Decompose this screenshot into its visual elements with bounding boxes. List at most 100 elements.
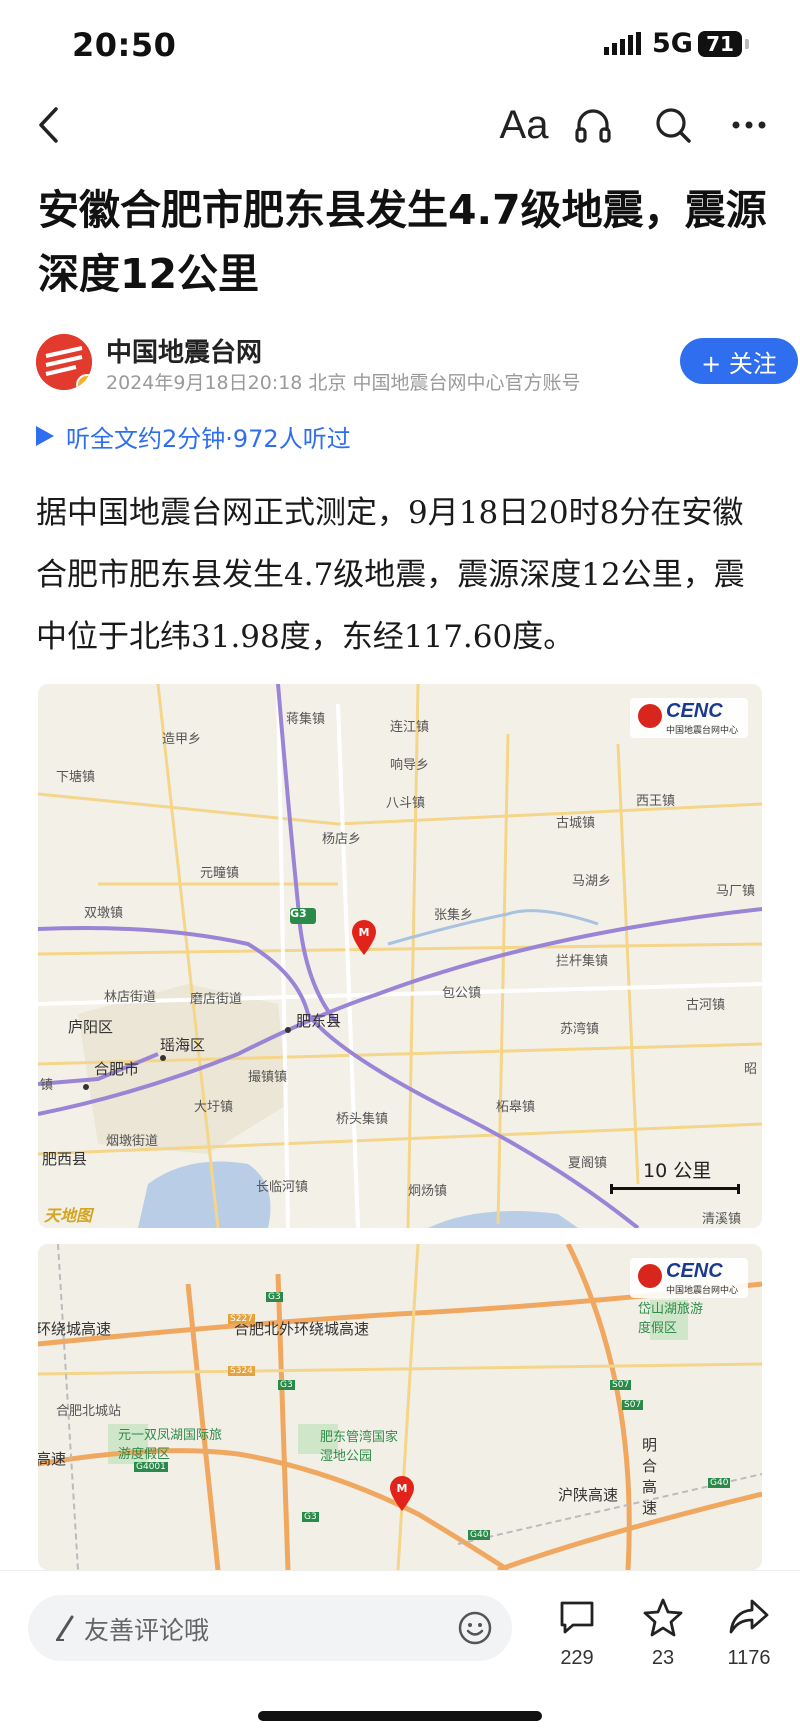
- listen-label: 听全文约2分钟·972人听过: [66, 424, 351, 453]
- map-place: 西王镇: [636, 794, 676, 809]
- map-place: 下塘镇: [56, 770, 96, 785]
- star-icon: [643, 1598, 683, 1637]
- follow-button[interactable]: + 关注: [680, 338, 798, 384]
- cenc-logo-subtitle: 中国地震台网中心: [666, 726, 739, 736]
- road-shield: S07: [610, 1380, 632, 1390]
- road-shield: G4001: [134, 1462, 168, 1472]
- battery-tip: [745, 39, 749, 49]
- battery-icon: 71: [698, 31, 742, 57]
- road-shield: G3: [266, 1292, 283, 1302]
- epicenter-marker-icon[interactable]: M: [388, 1474, 416, 1512]
- favorites-count: 23: [651, 1647, 675, 1669]
- map-watermark: 天地图: [44, 1206, 93, 1225]
- author-meta: 2024年9月18日20:18 北京 中国地震台网中心官方账号: [106, 372, 581, 394]
- map2-place: 高速: [38, 1450, 67, 1468]
- map2-place: 肥东管湾国家湿地公园: [320, 1430, 399, 1464]
- map-place: 林店街道: [104, 990, 157, 1005]
- map-place: 长临河镇: [256, 1180, 309, 1195]
- map2-place: 沪陕高速: [558, 1486, 619, 1504]
- back-button[interactable]: [28, 98, 68, 152]
- map-place: 镇: [40, 1078, 54, 1093]
- headphones-icon: [575, 109, 611, 143]
- cenc-logo: CENC 中国地震台网中心: [630, 1258, 748, 1298]
- map2-place: 岱山湖旅游度假区: [638, 1302, 704, 1336]
- map2-place: 环绕城高速: [38, 1320, 112, 1338]
- network-type: 5G: [652, 28, 693, 59]
- svg-text:M: M: [359, 926, 370, 939]
- comments-count: 229: [560, 1647, 594, 1669]
- bottom-action-bar: 友善评论哦 229 23 1176: [0, 1570, 800, 1731]
- more-button[interactable]: [724, 98, 774, 152]
- map-place: 肥西县: [42, 1150, 88, 1168]
- map-place: 昭: [744, 1062, 758, 1077]
- map-scale-bar: [610, 1184, 740, 1194]
- share-arrow-icon: [729, 1599, 769, 1634]
- map-place: 庐阳区: [68, 1018, 114, 1036]
- cenc-logo-text: CENC: [666, 1260, 723, 1282]
- more-dots-icon: [732, 121, 766, 129]
- search-icon: [656, 108, 691, 143]
- font-size-button[interactable]: Aa: [488, 98, 560, 152]
- comments-button[interactable]: 229: [537, 1597, 617, 1670]
- map-place: 响导乡: [390, 758, 430, 773]
- map-place: 马厂镇: [716, 884, 756, 899]
- map-place: 瑶海区: [160, 1036, 206, 1054]
- article-nav-bar: Aa: [0, 90, 800, 160]
- road-shield: S324: [228, 1366, 255, 1376]
- comment-placeholder: 友善评论哦: [84, 1616, 210, 1645]
- comment-bubble-icon: [560, 1601, 594, 1634]
- signal-icon: [604, 32, 641, 55]
- home-indicator: [258, 1711, 542, 1721]
- map-place: 拦杆集镇: [556, 954, 609, 969]
- chevron-left-icon: [39, 107, 58, 143]
- map-place: 苏湾镇: [560, 1022, 600, 1037]
- pen-icon: [56, 1615, 74, 1641]
- map-place: 蒋集镇: [286, 712, 326, 727]
- road-shield: G40: [468, 1530, 491, 1540]
- map2-place: 合肥北城站: [56, 1404, 122, 1419]
- listen-full-text[interactable]: 听全文约2分钟·972人听过: [36, 418, 351, 454]
- search-button[interactable]: [648, 98, 698, 152]
- favorite-button[interactable]: 23: [623, 1597, 703, 1670]
- share-button[interactable]: 1176: [709, 1597, 789, 1670]
- cenc-logo-subtitle: 中国地震台网中心: [666, 1286, 739, 1296]
- map-place: 大圩镇: [194, 1100, 234, 1115]
- road-shield: S07: [622, 1400, 644, 1410]
- status-time: 20:50: [72, 26, 177, 64]
- map-place: 合肥市: [94, 1060, 140, 1078]
- epicenter-map-overview[interactable]: G3 蒋集镇 连江镇 造甲乡 响导乡 下塘镇 八斗镇 西王镇 古城镇 杨店乡 元…: [38, 684, 762, 1228]
- map-place: 肥东县: [296, 1012, 342, 1030]
- comment-input[interactable]: 友善评论哦: [28, 1595, 512, 1661]
- epicenter-marker-icon[interactable]: M: [350, 918, 378, 956]
- map-place: 撮镇镇: [248, 1070, 288, 1085]
- map-place: 连江镇: [390, 720, 430, 735]
- author-row: ✓ 中国地震台网 2024年9月18日20:18 北京 中国地震台网中心官方账号…: [36, 330, 798, 394]
- map2-place: 元一双凤湖国际旅游度假区: [118, 1428, 223, 1462]
- avatar[interactable]: ✓: [36, 334, 92, 390]
- map-place: 清溪镇: [702, 1212, 742, 1227]
- map-place: 包公镇: [442, 986, 482, 1001]
- verified-badge-icon: ✓: [76, 374, 92, 390]
- cenc-logo-mark-icon: [638, 704, 662, 728]
- svg-text:M: M: [397, 1482, 408, 1495]
- play-icon: [36, 426, 54, 446]
- author-name[interactable]: 中国地震台网: [106, 332, 262, 369]
- road-shield: S227: [228, 1314, 255, 1324]
- map-place: 元疃镇: [200, 866, 240, 881]
- map-scale-label: 10 公里: [643, 1160, 712, 1182]
- road-shield-g3: G3: [290, 907, 307, 920]
- map-place: 烟墩街道: [106, 1134, 159, 1149]
- map-place: 桥头集镇: [336, 1112, 389, 1127]
- map-place: 双墩镇: [84, 906, 124, 921]
- road-shield: G40: [708, 1478, 731, 1488]
- map-place: 古城镇: [556, 816, 596, 831]
- emoji-icon[interactable]: [458, 1611, 492, 1645]
- listen-button[interactable]: [568, 98, 618, 152]
- shares-count: 1176: [727, 1647, 771, 1669]
- map-place: 张集乡: [434, 908, 474, 923]
- map-place: 夏阁镇: [568, 1156, 608, 1171]
- article-body: 据中国地震台网正式测定，9月18日20时8分在安徽合肥市肥东县发生4.7级地震，…: [36, 495, 745, 655]
- epicenter-map-detail[interactable]: 环绕城高速 合肥北外环绕城高速 岱山湖旅游度假区 合肥北城站 元一双凤湖国际旅游…: [38, 1244, 762, 1570]
- map-place: 磨店街道: [190, 992, 243, 1007]
- map-place: 八斗镇: [386, 796, 426, 811]
